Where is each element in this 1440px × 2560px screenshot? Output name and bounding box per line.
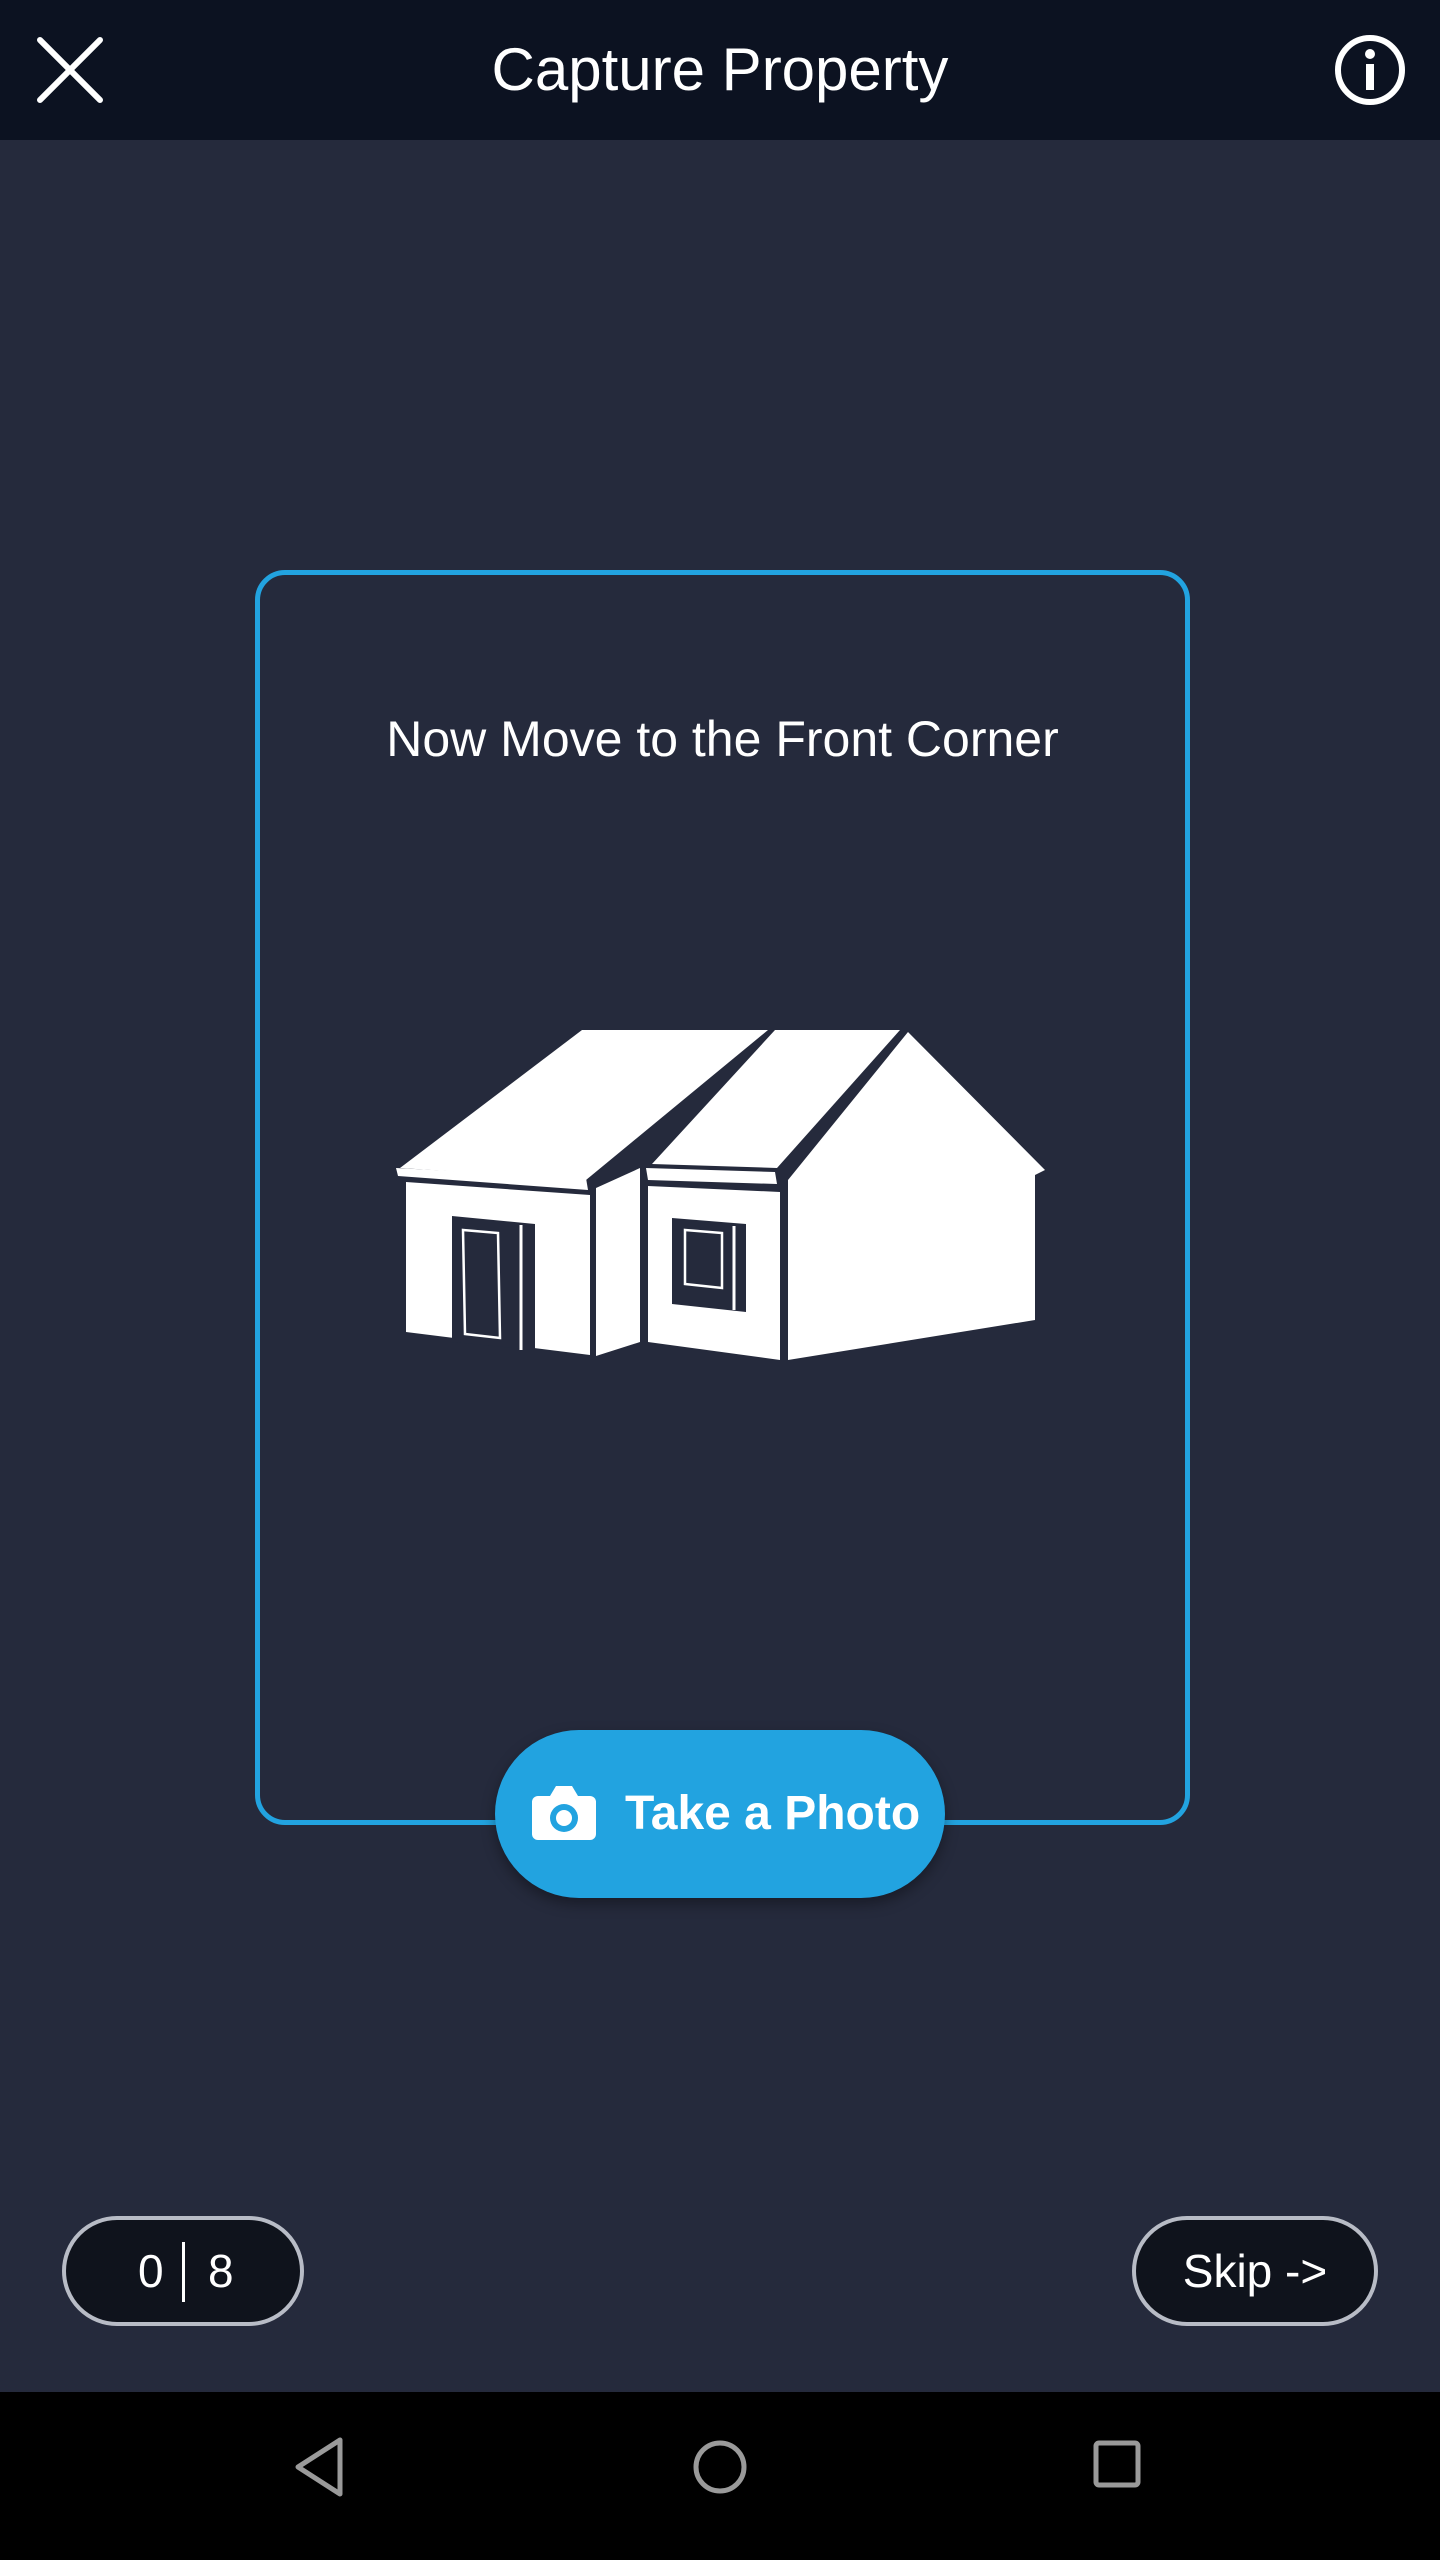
photo-progress-counter: 0 8 — [62, 2216, 304, 2326]
top-app-bar: Capture Property — [0, 0, 1440, 140]
progress-current: 0 — [138, 2245, 164, 2297]
page-title: Capture Property — [491, 36, 949, 103]
system-navigation-bar — [0, 2392, 1440, 2560]
house-illustration-icon — [390, 1020, 1050, 1370]
camera-icon — [530, 1784, 598, 1842]
capture-instruction: Now Move to the Front Corner — [386, 711, 1059, 767]
close-icon[interactable] — [30, 30, 110, 110]
info-icon[interactable] — [1330, 30, 1410, 110]
take-photo-label: Take a Photo — [625, 1787, 921, 1840]
take-photo-button[interactable]: Take a Photo — [495, 1730, 945, 1898]
nav-back-icon[interactable] — [290, 2432, 350, 2502]
progress-total: 8 — [208, 2245, 234, 2297]
nav-recents-icon[interactable] — [1092, 2439, 1142, 2489]
skip-button[interactable]: Skip -> — [1132, 2216, 1378, 2326]
progress-divider — [182, 2242, 185, 2302]
nav-home-icon[interactable] — [690, 2437, 750, 2497]
